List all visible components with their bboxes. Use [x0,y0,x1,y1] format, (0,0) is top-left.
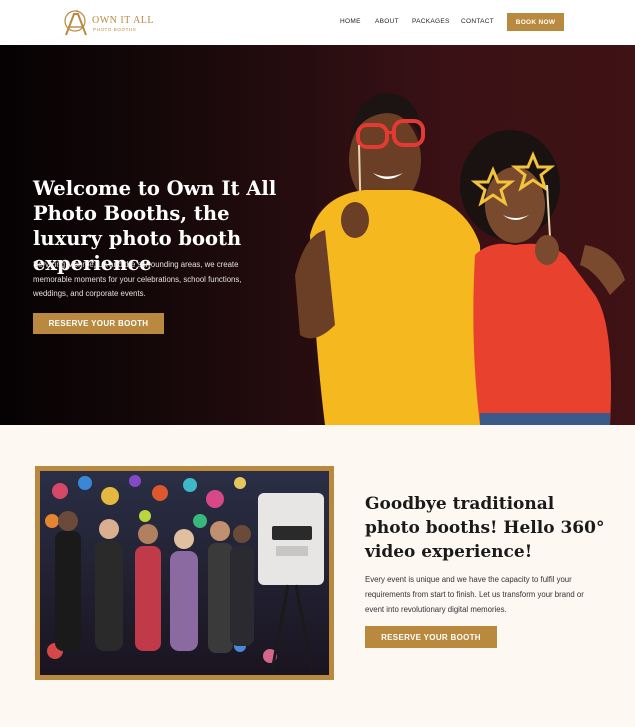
feature-title: Goodbye traditional photo booths! Hello … [365,494,605,562]
logo-monogram-icon [64,9,87,36]
brand-name: OWN IT ALL [92,15,155,26]
party-photo [40,471,329,675]
site-header: OWN IT ALL PHOTO BOOTHS HOME ABOUT PACKA… [0,0,635,45]
hero-couple-photo [295,93,625,425]
hero-description: Servicing Monroe, LA and the surrounding… [33,260,242,298]
nav-contact[interactable]: CONTACT [461,18,494,25]
hero-reserve-button[interactable]: RESERVE YOUR BOOTH [33,313,164,334]
book-now-button[interactable]: BOOK NOW [507,13,564,31]
nav-home[interactable]: HOME [340,18,361,25]
brand-logo[interactable]: OWN IT ALL PHOTO BOOTHS [62,8,155,38]
nav-packages[interactable]: PACKAGES [412,18,450,25]
brand-tagline: PHOTO BOOTHS [93,27,137,32]
hero-section: Welcome to Own It All Photo Booths, the … [0,45,635,425]
feature-description: Every event is unique and we have the ca… [365,575,584,614]
feature-reserve-button[interactable]: RESERVE YOUR BOOTH [365,626,497,648]
nav-about[interactable]: ABOUT [375,18,399,25]
party-photo-frame [35,466,334,680]
